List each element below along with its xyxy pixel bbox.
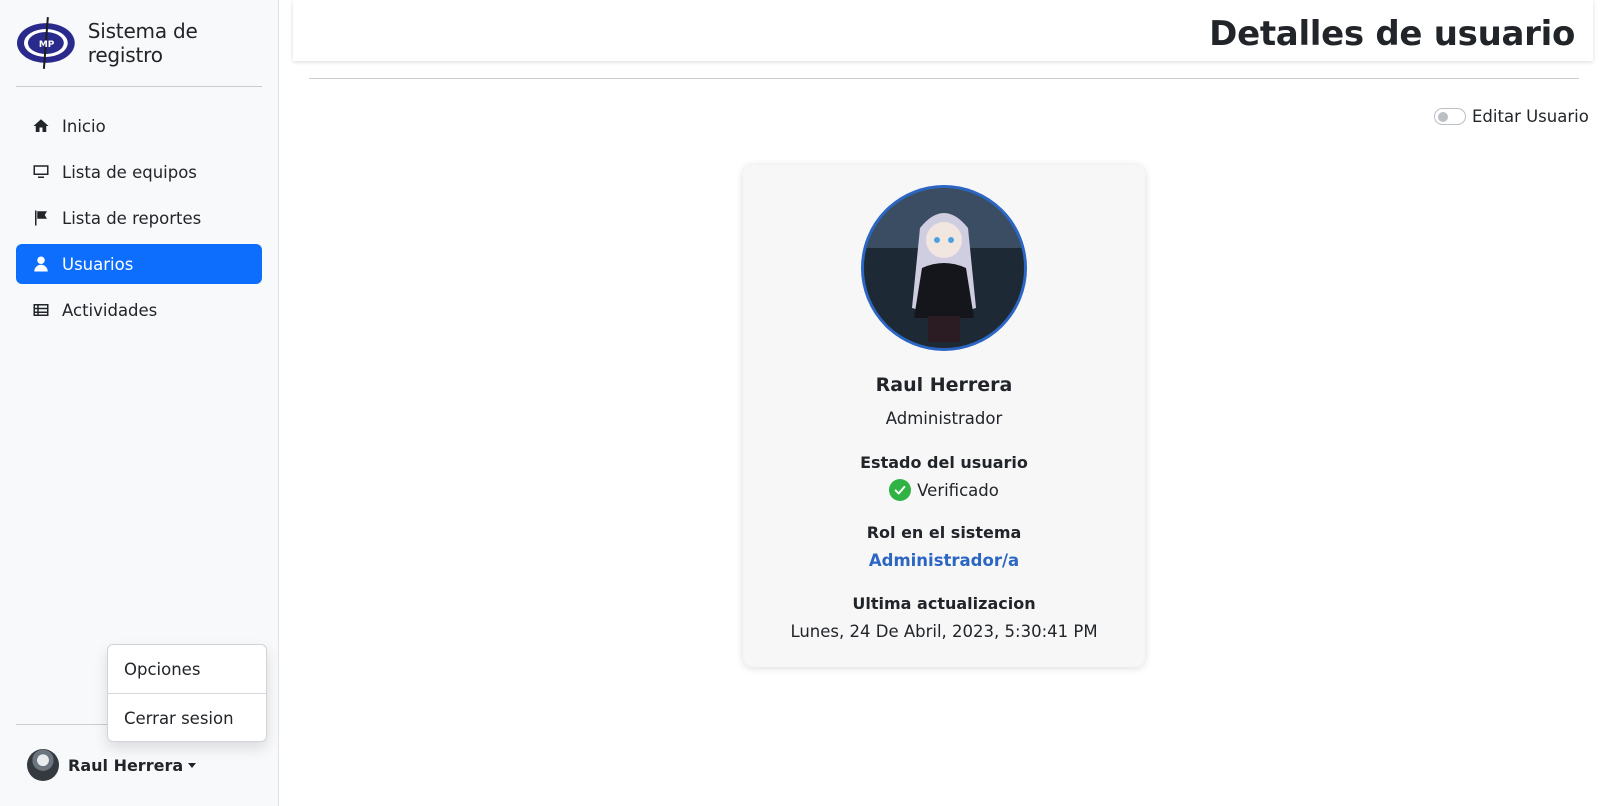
page-title: Detalles de usuario: [1209, 14, 1575, 54]
sidebar-item-label: Usuarios: [62, 254, 134, 274]
sidebar-item-usuarios[interactable]: Usuarios: [16, 244, 262, 284]
sidebar-item-lista-equipos[interactable]: Lista de equipos: [16, 152, 262, 192]
avatar: [861, 185, 1027, 351]
switch-track[interactable]: [1434, 108, 1466, 125]
status-label: Estado del usuario: [860, 453, 1028, 472]
sidebar-item-label: Lista de reportes: [62, 208, 202, 228]
content-divider: [309, 78, 1579, 79]
avatar: [27, 749, 59, 781]
user-details-card: Raul Herrera Administrador Estado del us…: [743, 165, 1145, 667]
user-icon: [32, 255, 50, 273]
menu-item-cerrar-sesion[interactable]: Cerrar sesion: [108, 694, 266, 742]
brand[interactable]: MP Sistema de registro: [15, 15, 278, 71]
user-role: Administrador: [885, 409, 1003, 428]
sidebar-divider: [16, 86, 262, 87]
check-circle-icon: [889, 479, 912, 501]
sidebar-item-lista-reportes[interactable]: Lista de reportes: [16, 198, 262, 238]
user-dropdown-menu: Opciones Cerrar sesion: [107, 644, 267, 742]
user-name: Raul Herrera: [875, 374, 1013, 396]
last-updated-label: Ultima actualizacion: [852, 594, 1036, 613]
status-badge: Verificado: [743, 479, 1145, 501]
brand-title: Sistema de registro: [87, 19, 198, 67]
logo-letters: MP: [39, 40, 55, 50]
home-icon: [32, 117, 50, 135]
sidebar-item-inicio[interactable]: Inicio: [16, 106, 262, 146]
last-updated-value: Lunes, 24 De Abril, 2023, 5:30:41 PM: [790, 622, 1098, 641]
desktop-icon: [32, 163, 50, 181]
page-header: Detalles de usuario: [293, 0, 1593, 61]
table-list-icon: [32, 301, 50, 319]
switch-knob: [1438, 112, 1448, 122]
sidebar-item-label: Inicio: [62, 116, 106, 136]
user-menu-name: Raul Herrera: [68, 755, 184, 775]
status-value: Verificado: [917, 480, 999, 500]
system-role-label: Rol en el sistema: [866, 523, 1022, 542]
system-role-link[interactable]: Administrador/a: [743, 551, 1145, 570]
menu-item-opciones[interactable]: Opciones: [108, 645, 266, 693]
sidebar-nav: Inicio Lista de equipos Lista de reporte…: [16, 106, 262, 336]
sidebar-item-actividades[interactable]: Actividades: [16, 290, 262, 330]
edit-user-label: Editar Usuario: [1472, 107, 1589, 126]
avatar-illustration: [864, 188, 1024, 348]
user-menu-toggle[interactable]: Raul Herrera: [27, 749, 197, 781]
caret-down-icon: [188, 762, 197, 768]
flag-icon: [32, 209, 50, 227]
sidebar-item-label: Lista de equipos: [62, 162, 197, 182]
sidebar-item-label: Actividades: [62, 300, 158, 320]
brand-logo: MP: [16, 17, 75, 69]
edit-user-switch[interactable]: Editar Usuario: [1434, 107, 1589, 126]
